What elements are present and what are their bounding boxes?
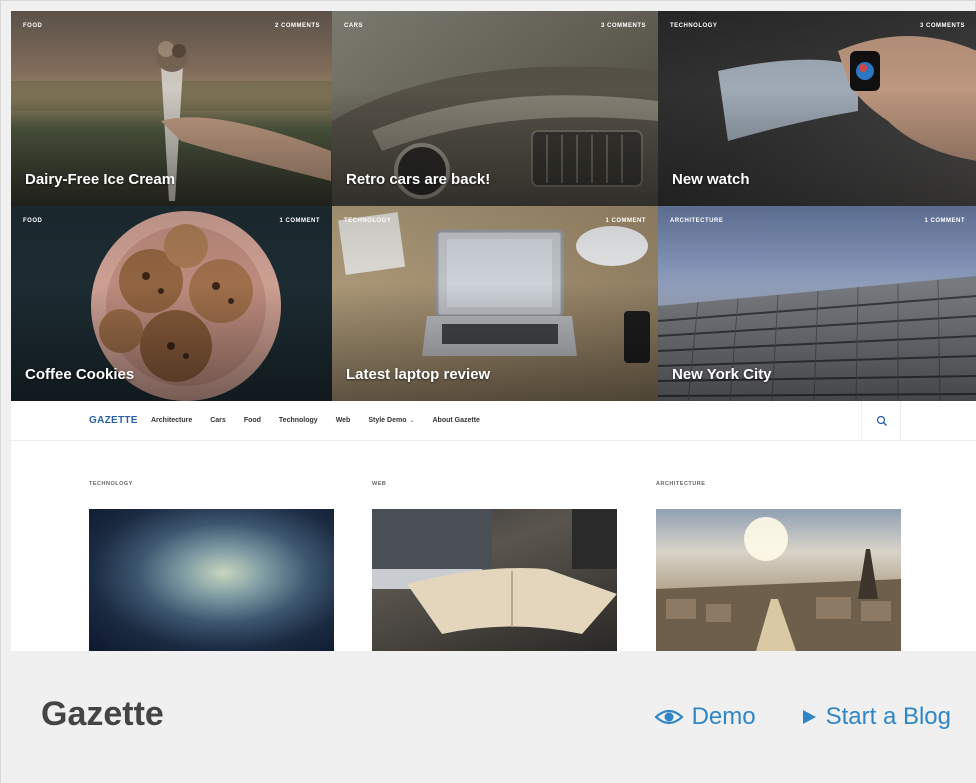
hero-tile-laptop-review[interactable]: TECHNOLOGY 1 COMMENT Latest laptop revie… [332,206,658,401]
nav-menu: Architecture Cars Food Technology Web St… [151,417,498,424]
nav-item-style-demo[interactable]: Style Demo ⌄ [368,417,414,424]
nav-item-web[interactable]: Web [336,417,351,424]
tile-category[interactable]: FOOD [23,218,42,224]
tile-category[interactable]: ARCHITECTURE [670,218,723,224]
tile-title[interactable]: Retro cars are back! [346,171,490,188]
tile-comments[interactable]: 3 COMMENTS [920,23,965,29]
hero-tile-retro-cars[interactable]: CARS 3 COMMENTS Retro cars are back! [332,11,658,206]
post-card[interactable]: ARCHITECTURE [656,481,901,651]
hero-tile-new-watch[interactable]: TECHNOLOGY 3 COMMENTS New watch [658,11,976,206]
post-thumbnail[interactable] [89,509,334,651]
start-blog-label: Start a Blog [825,703,951,730]
tile-category[interactable]: FOOD [23,23,42,29]
nav-item-style-demo-label: Style Demo [368,417,407,424]
nav-item-about-gazette[interactable]: About Gazette [433,417,480,424]
post-card[interactable]: WEB [372,481,617,651]
post-thumbnail[interactable] [372,509,617,651]
site-navigation: GAZETTE Architecture Cars Food Technolog… [11,401,976,441]
tile-title[interactable]: Dairy-Free Ice Cream [25,171,175,188]
nav-item-food[interactable]: Food [244,417,261,424]
tile-title[interactable]: New watch [672,171,750,188]
demo-label: Demo [691,703,756,730]
tile-category[interactable]: TECHNOLOGY [670,23,717,29]
theme-name: Gazette [41,695,164,733]
post-category[interactable]: TECHNOLOGY [89,481,334,495]
tile-title[interactable]: Coffee Cookies [25,366,134,383]
tile-title[interactable]: New York City [672,366,771,383]
tile-category[interactable]: TECHNOLOGY [344,218,391,224]
theme-actions: Demo Start a Blog [610,703,951,731]
post-thumbnail[interactable] [656,509,901,651]
theme-info-bar: Gazette Demo Start a Blog [1,651,976,783]
demo-button[interactable]: Demo [653,703,756,731]
post-category[interactable]: ARCHITECTURE [656,481,901,495]
theme-screenshot[interactable]: FOOD 2 COMMENTS Dairy-Free Ice Cream CAR… [11,11,976,651]
hero-tile-coffee-cookies[interactable]: FOOD 1 COMMENT Coffee Cookies [11,206,332,401]
eye-icon [653,709,684,725]
tile-title[interactable]: Latest laptop review [346,366,490,383]
search-button[interactable] [861,401,901,441]
play-icon [802,710,816,724]
tile-category[interactable]: CARS [344,23,363,29]
nav-item-cars[interactable]: Cars [210,417,226,424]
hero-grid: FOOD 2 COMMENTS Dairy-Free Ice Cream CAR… [11,11,976,401]
tile-comments[interactable]: 1 COMMENT [606,218,647,224]
tile-comments[interactable]: 3 COMMENTS [601,23,646,29]
tile-comments[interactable]: 2 COMMENTS [275,23,320,29]
tile-comments[interactable]: 1 COMMENT [925,218,966,224]
nav-item-architecture[interactable]: Architecture [151,417,192,424]
post-category[interactable]: WEB [372,481,617,495]
theme-preview-card: FOOD 2 COMMENTS Dairy-Free Ice Cream CAR… [0,0,976,783]
post-card[interactable]: TECHNOLOGY [89,481,334,651]
hero-tile-ice-cream[interactable]: FOOD 2 COMMENTS Dairy-Free Ice Cream [11,11,332,206]
tile-comments[interactable]: 1 COMMENT [280,218,321,224]
chevron-down-icon: ⌄ [409,418,415,424]
start-blog-button[interactable]: Start a Blog [800,703,951,731]
site-brand[interactable]: GAZETTE [89,415,138,426]
search-icon [876,415,887,426]
nav-item-technology[interactable]: Technology [279,417,318,424]
hero-tile-new-york-city[interactable]: ARCHITECTURE 1 COMMENT New York City [658,206,976,401]
